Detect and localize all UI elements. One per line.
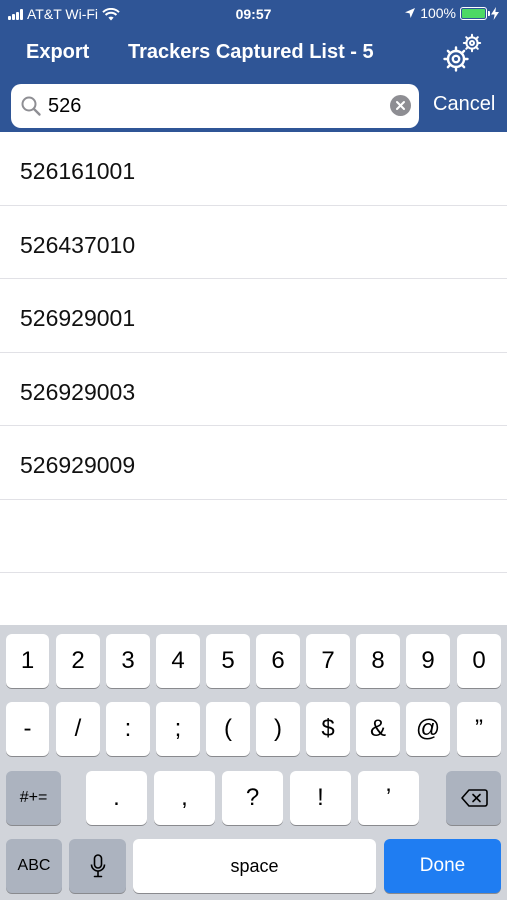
list-item[interactable]: 526929009 [0, 426, 507, 500]
key-comma[interactable]: , [154, 771, 215, 825]
clear-search-icon[interactable] [390, 95, 411, 116]
key-8[interactable]: 8 [356, 634, 400, 688]
key-question[interactable]: ? [222, 771, 283, 825]
key-apostrophe[interactable]: ’ [358, 771, 419, 825]
nav-bar: Export Trackers Captured List - 5 [0, 28, 507, 78]
settings-gear-icon[interactable] [441, 31, 485, 75]
list-item[interactable]: 526929003 [0, 353, 507, 426]
tracker-id: 526929009 [20, 452, 136, 478]
battery-percent: 100% [420, 5, 456, 21]
done-key[interactable]: Done [384, 839, 501, 893]
list-item[interactable]: 526161001 [0, 132, 507, 206]
charging-bolt-icon [491, 6, 499, 20]
tracker-id: 526437010 [20, 231, 136, 258]
key-open-paren[interactable]: ( [206, 702, 250, 756]
status-bar: AT&T Wi-Fi 09:57 100% [0, 0, 507, 28]
search-field[interactable] [11, 84, 419, 128]
list-item[interactable]: 526437010 [0, 206, 507, 279]
key-0[interactable]: 0 [457, 634, 501, 688]
space-key[interactable]: space [133, 839, 376, 893]
abc-key[interactable]: ABC [6, 839, 62, 893]
numeric-keyboard: 1 2 3 4 5 6 7 8 9 0 - / : ; ( ) $ & @ ” … [0, 625, 507, 900]
key-9[interactable]: 9 [406, 634, 450, 688]
key-dollar[interactable]: $ [306, 702, 350, 756]
key-close-paren[interactable]: ) [256, 702, 300, 756]
key-1[interactable]: 1 [6, 634, 49, 688]
key-semicolon[interactable]: ; [156, 702, 200, 756]
key-quote[interactable]: ” [457, 702, 501, 756]
battery-icon [460, 6, 490, 20]
list-item[interactable]: 526929001 [0, 279, 507, 353]
microphone-icon [90, 854, 105, 878]
key-colon[interactable]: : [106, 702, 150, 756]
key-3[interactable]: 3 [106, 634, 150, 688]
search-input[interactable] [48, 92, 378, 120]
export-button[interactable]: Export [26, 41, 89, 64]
key-at[interactable]: @ [406, 702, 450, 756]
cancel-button[interactable]: Cancel [433, 93, 495, 116]
search-bar: Cancel [0, 80, 507, 132]
key-5[interactable]: 5 [206, 634, 250, 688]
location-arrow-icon [405, 8, 416, 18]
backspace-icon [460, 789, 488, 807]
page-title: Trackers Captured List - 5 [128, 41, 374, 63]
battery-indicator: 100% [404, 5, 499, 21]
key-6[interactable]: 6 [256, 634, 300, 688]
key-period[interactable]: . [86, 771, 147, 825]
key-exclamation[interactable]: ! [290, 771, 351, 825]
key-7[interactable]: 7 [306, 634, 350, 688]
empty-row [0, 500, 507, 573]
key-slash[interactable]: / [56, 702, 100, 756]
tracker-id: 526929003 [20, 378, 136, 405]
key-hyphen[interactable]: - [6, 702, 49, 756]
tracker-id: 526929001 [20, 305, 136, 331]
results-list: 526161001 526437010 526929001 526929003 … [0, 132, 507, 573]
key-4[interactable]: 4 [156, 634, 200, 688]
delete-key[interactable] [446, 771, 501, 825]
header: AT&T Wi-Fi 09:57 100% Export Trackers Ca… [0, 0, 507, 132]
search-icon [21, 96, 41, 116]
dictation-key[interactable] [69, 839, 126, 893]
key-2[interactable]: 2 [56, 634, 100, 688]
tracker-id: 526161001 [20, 158, 136, 184]
key-ampersand[interactable]: & [356, 702, 400, 756]
symbols-toggle-key[interactable]: #+= [6, 771, 61, 825]
